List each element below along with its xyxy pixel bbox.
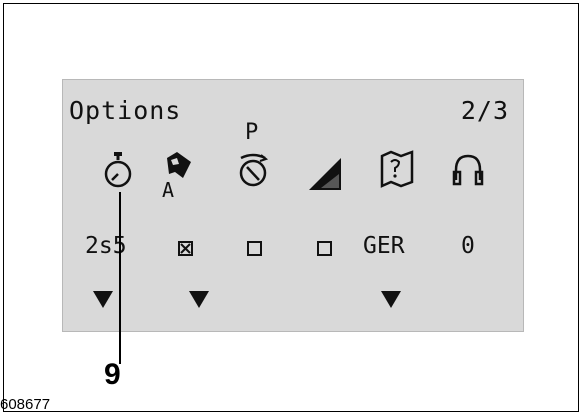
language-down-arrow[interactable]	[381, 291, 401, 308]
signal-strength-icon[interactable]	[307, 156, 343, 192]
stopwatch-down-arrow[interactable]	[93, 291, 113, 308]
pre-timer-icon[interactable]	[235, 152, 271, 190]
pre-timer-sublabel: P	[245, 120, 259, 145]
callout-number: 9	[104, 358, 121, 391]
checkmark-x-icon	[180, 243, 191, 254]
flash-auto-down-arrow[interactable]	[189, 291, 209, 308]
callout-line	[119, 192, 121, 364]
headphones-value[interactable]: 0	[461, 235, 475, 258]
screen-title: Options	[69, 96, 182, 125]
flash-auto-checkbox[interactable]	[178, 241, 193, 256]
headphones-icon[interactable]	[451, 152, 485, 188]
language-value[interactable]: GER	[363, 235, 405, 258]
figure-reference: 608677	[0, 396, 51, 413]
lcd-display: Options 2/3 A P 2s5 GER 0	[62, 79, 524, 332]
page-indicator: 2/3	[460, 96, 509, 125]
pre-timer-checkbox[interactable]	[247, 241, 262, 256]
flash-auto-sublabel: A	[162, 178, 175, 202]
map-language-icon[interactable]	[379, 150, 415, 188]
signal-checkbox[interactable]	[317, 241, 332, 256]
stopwatch-icon[interactable]	[101, 150, 135, 190]
